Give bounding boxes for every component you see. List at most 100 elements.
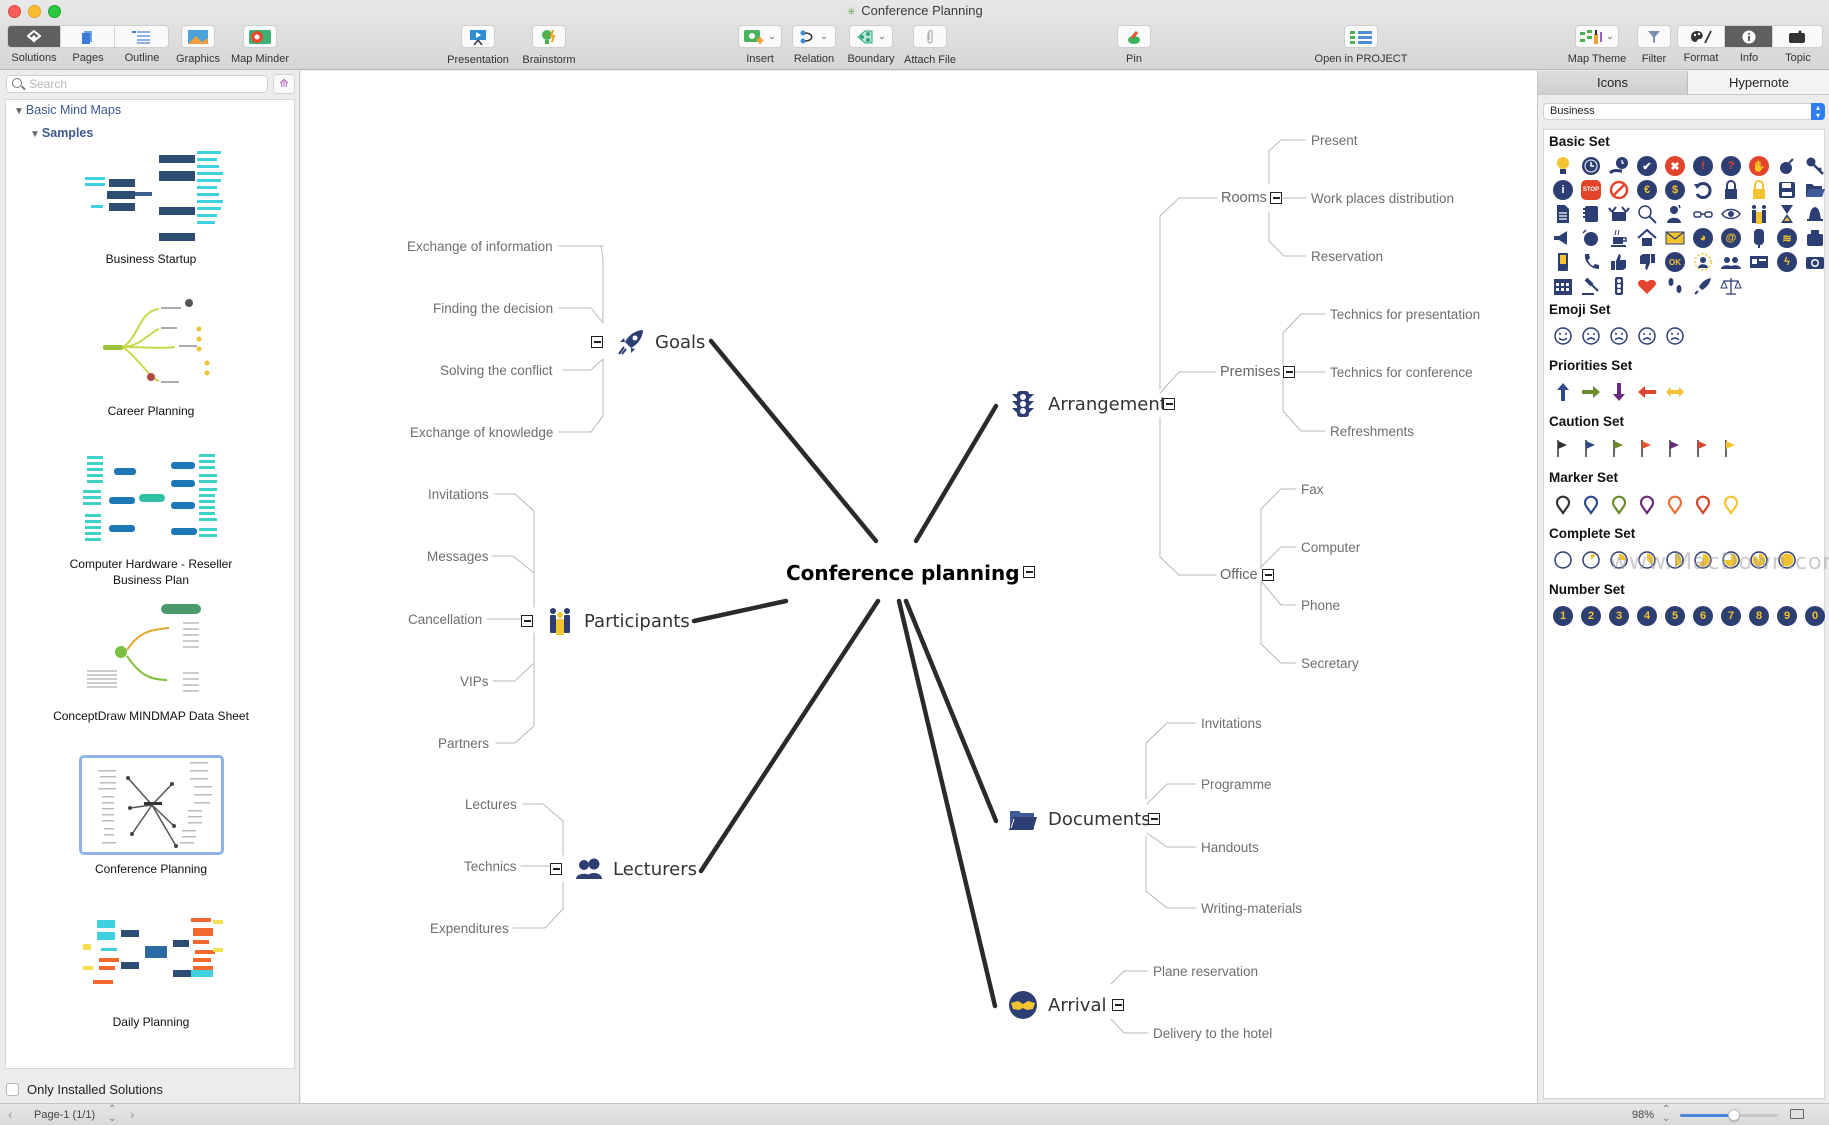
topic-arrival[interactable]: Arrival: [1048, 995, 1106, 1016]
subtopic-documents-3[interactable]: Writing-materials: [1201, 901, 1302, 916]
progress-75-icon[interactable]: [1717, 546, 1745, 574]
calendar-icon[interactable]: [1549, 272, 1577, 300]
insert-button[interactable]: ⌄ Insert: [737, 25, 783, 65]
subtopic-goals-2[interactable]: Solving the conflict: [440, 363, 553, 378]
number-6-icon[interactable]: 6: [1689, 602, 1717, 630]
subtopic-rooms-0[interactable]: Present: [1311, 133, 1358, 148]
disclosure-triangle-icon[interactable]: ▼: [30, 129, 40, 140]
next-page-button[interactable]: ›: [130, 1106, 135, 1122]
progress-25-icon[interactable]: [1605, 546, 1633, 574]
progress-0-icon[interactable]: [1549, 546, 1577, 574]
number-2-icon[interactable]: 2: [1577, 602, 1605, 630]
topic-goals[interactable]: Goals: [655, 332, 705, 353]
progress-88-icon[interactable]: [1745, 546, 1773, 574]
crying-face-icon[interactable]: [1633, 322, 1661, 350]
footprints-icon[interactable]: [1661, 272, 1689, 300]
outline-button[interactable]: [115, 26, 168, 47]
subtopic-documents-1[interactable]: Programme: [1201, 777, 1272, 792]
number-5-icon[interactable]: 5: [1661, 602, 1689, 630]
boundary-button[interactable]: ⌄ Boundary: [843, 25, 899, 65]
number-1-icon[interactable]: 1: [1549, 602, 1577, 630]
filter-button[interactable]: Filter: [1636, 25, 1672, 65]
collapse-toggle[interactable]: [1112, 999, 1124, 1011]
subtopic-arrival-0[interactable]: Plane reservation: [1153, 964, 1258, 979]
map-marker-icon[interactable]: [1717, 490, 1745, 518]
mindmap-canvas[interactable]: Conference planning Goals Exchange of info…: [301, 71, 1537, 1103]
relation-button[interactable]: ⌄ Relation: [788, 25, 840, 65]
camera-icon[interactable]: [1801, 248, 1829, 276]
subtopic-participants-4[interactable]: Partners: [438, 736, 489, 751]
number-7-icon[interactable]: 7: [1717, 602, 1745, 630]
map-minder-button[interactable]: Map Minder: [228, 25, 292, 65]
collapse-toggle[interactable]: [1270, 192, 1282, 204]
disclosure-triangle-icon[interactable]: ▼: [14, 106, 24, 117]
graphics-button[interactable]: Graphics: [170, 25, 226, 65]
subtopic-participants-2[interactable]: Cancellation: [408, 612, 482, 627]
map-marker-icon[interactable]: [1549, 490, 1577, 518]
angry-face-icon[interactable]: [1661, 322, 1689, 350]
tree-item-basic-mind-maps[interactable]: ▼ Basic Mind Maps: [14, 103, 121, 117]
flag-icon[interactable]: [1577, 434, 1605, 462]
subtopic-documents-2[interactable]: Handouts: [1201, 840, 1259, 855]
zoom-stepper-icon[interactable]: ⌃ ⌄: [1662, 1105, 1670, 1124]
progress-38-icon[interactable]: [1633, 546, 1661, 574]
number-3-icon[interactable]: 3: [1605, 602, 1633, 630]
topic-arrangement[interactable]: Arrangement: [1048, 394, 1167, 415]
zoom-slider-knob[interactable]: [1727, 1109, 1740, 1121]
info-button[interactable]: [1725, 26, 1773, 47]
subtopic-rooms[interactable]: Rooms: [1221, 190, 1267, 206]
arrow-up-icon[interactable]: [1549, 378, 1577, 406]
filmstrip-icon[interactable]: [1790, 1109, 1804, 1119]
map-marker-icon[interactable]: [1605, 490, 1633, 518]
map-marker-icon[interactable]: [1577, 490, 1605, 518]
subtopic-office-1[interactable]: Computer: [1301, 540, 1360, 555]
subtopic-goals-0[interactable]: Exchange of information: [407, 239, 553, 254]
subtopic-lecturers-2[interactable]: Expenditures: [430, 921, 509, 936]
attach-file-button[interactable]: Attach File: [900, 25, 960, 66]
checkbox[interactable]: [6, 1083, 19, 1096]
subtopic-office[interactable]: Office: [1220, 567, 1258, 583]
icon-theme-select[interactable]: Business ▴ ▾: [1543, 103, 1825, 120]
collapse-toggle[interactable]: [521, 615, 533, 627]
flag-icon[interactable]: [1717, 434, 1745, 462]
brainstorm-button[interactable]: Brainstorm: [516, 25, 582, 66]
page-indicator[interactable]: Page-1 (1/1): [34, 1109, 95, 1121]
heart-icon[interactable]: [1633, 272, 1661, 300]
scales-icon[interactable]: [1717, 272, 1745, 300]
format-button[interactable]: [1678, 26, 1726, 47]
topic-lecturers[interactable]: Lecturers: [613, 859, 697, 880]
collapse-toggle[interactable]: [591, 336, 603, 348]
subtopic-premises[interactable]: Premises: [1220, 364, 1280, 380]
progress-50-icon[interactable]: [1661, 546, 1689, 574]
page-stepper-icon[interactable]: ⌃ ⌄: [108, 1105, 116, 1124]
subtopic-premises-0[interactable]: Technics for presentation: [1330, 307, 1480, 322]
arrow-left-icon[interactable]: [1633, 378, 1661, 406]
pages-button[interactable]: [61, 26, 115, 47]
map-marker-icon[interactable]: [1661, 490, 1689, 518]
arrow-right-icon[interactable]: [1577, 378, 1605, 406]
frown-face-icon[interactable]: [1605, 322, 1633, 350]
arrow-down-icon[interactable]: [1605, 378, 1633, 406]
lightning-icon[interactable]: ϟ: [1773, 248, 1801, 276]
arrow-left-right-icon[interactable]: [1661, 378, 1689, 406]
flag-icon[interactable]: [1689, 434, 1717, 462]
collapse-toggle[interactable]: [1148, 813, 1160, 825]
pin-button[interactable]: Pin: [1117, 25, 1151, 65]
zoom-slider[interactable]: [1680, 1109, 1778, 1121]
tab-hypernote[interactable]: Hypernote: [1688, 71, 1829, 95]
subtopic-office-0[interactable]: Fax: [1301, 482, 1324, 497]
subtopic-participants-3[interactable]: VIPs: [460, 674, 489, 689]
sample-career-planning[interactable]: Career Planning: [6, 297, 294, 419]
subtopic-lecturers-0[interactable]: Lectures: [465, 797, 517, 812]
flag-icon[interactable]: [1549, 434, 1577, 462]
subtopic-documents-0[interactable]: Invitations: [1201, 716, 1262, 731]
collapse-toggle[interactable]: [550, 863, 562, 875]
solutions-button[interactable]: [8, 26, 62, 47]
library-pin-button[interactable]: ⟰: [273, 74, 295, 94]
subtopic-goals-1[interactable]: Finding the decision: [433, 301, 553, 316]
presentation-button[interactable]: Presentation: [444, 25, 512, 66]
subtopic-office-2[interactable]: Phone: [1301, 598, 1340, 613]
subtopic-goals-3[interactable]: Exchange of knowledge: [410, 425, 553, 440]
collapse-toggle[interactable]: [1283, 366, 1295, 378]
topic-documents[interactable]: Documents: [1048, 809, 1151, 830]
